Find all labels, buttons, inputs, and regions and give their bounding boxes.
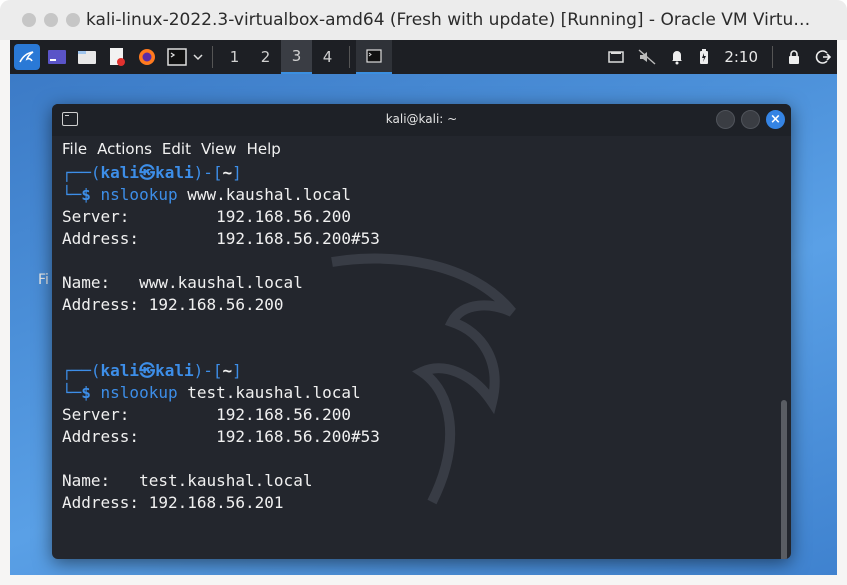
output-line: Server: 192.168.56.200	[62, 207, 351, 226]
terminal-window: kali@kali: ~ × File Actions Edit View He…	[52, 104, 791, 559]
command-name: nslookup	[100, 383, 178, 402]
output-line: Server: 192.168.56.200	[62, 405, 351, 424]
minimize-window-button[interactable]	[44, 13, 58, 27]
taskbar-terminal-button[interactable]	[356, 40, 392, 74]
terminal-menubar: File Actions Edit View Help	[52, 136, 791, 162]
prompt-path: ~	[222, 163, 233, 182]
command-line: └─$ nslookup www.kaushal.local	[62, 184, 791, 206]
prompt-line: ┌──(kali㉿kali)-[~]	[62, 162, 791, 184]
terminal-output[interactable]: ┌──(kali㉿kali)-[~] └─$ nslookup www.kaush…	[52, 162, 791, 559]
panel-separator	[349, 46, 350, 68]
prompt-user: kali㉿kali	[100, 163, 194, 182]
prompt-dollar: $	[81, 185, 101, 204]
terminal-titlebar[interactable]: kali@kali: ~ ×	[52, 104, 791, 136]
output-line: Address: 192.168.56.200#53	[62, 229, 380, 248]
text-editor-icon	[110, 48, 125, 66]
prompt-bracket: ]	[232, 361, 242, 380]
workspace-4-button[interactable]: 4	[312, 40, 343, 74]
workspace-3-button[interactable]: 3	[281, 40, 312, 74]
folder-icon	[78, 51, 96, 64]
host-window-title: kali-linux-2022.3-virtualbox-amd64 (Fres…	[86, 10, 811, 30]
maximize-window-button[interactable]	[66, 13, 80, 27]
vm-display[interactable]: 1 2 3 4 2:10 Fi kali@kali: ~ × File Acti…	[10, 40, 837, 575]
command-argument: test.kaushal.local	[177, 383, 361, 402]
menu-help[interactable]: Help	[247, 140, 281, 158]
host-titlebar: kali-linux-2022.3-virtualbox-amd64 (Fres…	[0, 0, 847, 40]
prompt-bracket: ]	[232, 163, 242, 182]
volume-muted-icon[interactable]	[638, 49, 656, 65]
output-line: Name: test.kaushal.local	[62, 471, 313, 490]
firefox-icon	[139, 49, 155, 65]
output-line: Address: 192.168.56.200	[62, 295, 284, 314]
prompt-bracket: └─	[62, 185, 82, 204]
prompt-bracket: ┌──(	[62, 163, 101, 182]
command-name: nslookup	[100, 185, 178, 204]
workspace-2-button[interactable]: 2	[250, 40, 281, 74]
show-desktop-button[interactable]	[44, 44, 70, 70]
terminal-scrollbar[interactable]	[781, 400, 787, 559]
prompt-user: kali㉿kali	[100, 361, 194, 380]
prompt-bracket: └─	[62, 383, 82, 402]
text-editor-button[interactable]	[104, 44, 130, 70]
workspace-1-button[interactable]: 1	[219, 40, 250, 74]
terminal-launcher-button[interactable]	[164, 44, 190, 70]
menu-actions[interactable]: Actions	[97, 140, 152, 158]
screen-icon[interactable]	[608, 50, 625, 64]
close-window-button[interactable]	[22, 13, 36, 27]
window-controls	[22, 13, 80, 27]
prompt-bracket: )-[	[193, 163, 223, 182]
kali-menu-button[interactable]	[14, 44, 40, 70]
panel-separator	[212, 46, 213, 68]
terminal-window-buttons: ×	[716, 110, 785, 129]
virtualbox-window: kali-linux-2022.3-virtualbox-amd64 (Fres…	[0, 0, 847, 585]
terminal-title: kali@kali: ~	[385, 112, 458, 126]
panel-clock[interactable]: 2:10	[724, 48, 758, 66]
desktop-icon-label[interactable]: Fi	[38, 272, 49, 288]
terminal-sessions: ┌──(kali㉿kali)-[~] └─$ nslookup www.kaush…	[62, 162, 791, 514]
notification-bell-icon[interactable]	[670, 49, 684, 65]
chevron-down-icon	[193, 54, 203, 61]
output-line: Address: 192.168.56.200#53	[62, 427, 380, 446]
system-tray: 2:10	[608, 40, 831, 74]
logout-icon[interactable]	[815, 49, 831, 65]
desktop-icon	[48, 50, 66, 64]
prompt-dollar: $	[81, 383, 101, 402]
close-button[interactable]: ×	[766, 110, 785, 129]
output-line: Address: 192.168.56.201	[62, 493, 284, 512]
panel-separator	[772, 46, 773, 68]
prompt-path: ~	[222, 361, 233, 380]
terminal-icon	[167, 48, 187, 66]
file-manager-button[interactable]	[74, 44, 100, 70]
command-argument: www.kaushal.local	[177, 185, 351, 204]
menu-edit[interactable]: Edit	[162, 140, 191, 158]
kali-dragon-icon	[19, 51, 34, 63]
firefox-button[interactable]	[134, 44, 160, 70]
maximize-button[interactable]	[741, 110, 760, 129]
prompt-bracket: ┌──(	[62, 361, 101, 380]
menu-file[interactable]: File	[62, 140, 87, 158]
terminal-icon	[366, 49, 382, 63]
top-panel: 1 2 3 4 2:10	[10, 40, 837, 74]
command-line: └─$ nslookup test.kaushal.local	[62, 382, 791, 404]
launcher-dropdown-button[interactable]	[190, 44, 206, 70]
minimize-button[interactable]	[716, 110, 735, 129]
lock-icon[interactable]	[787, 49, 801, 65]
prompt-bracket: )-[	[193, 361, 223, 380]
prompt-line: ┌──(kali㉿kali)-[~]	[62, 360, 791, 382]
output-line: Name: www.kaushal.local	[62, 273, 303, 292]
battery-icon[interactable]	[698, 49, 710, 65]
menu-view[interactable]: View	[201, 140, 237, 158]
